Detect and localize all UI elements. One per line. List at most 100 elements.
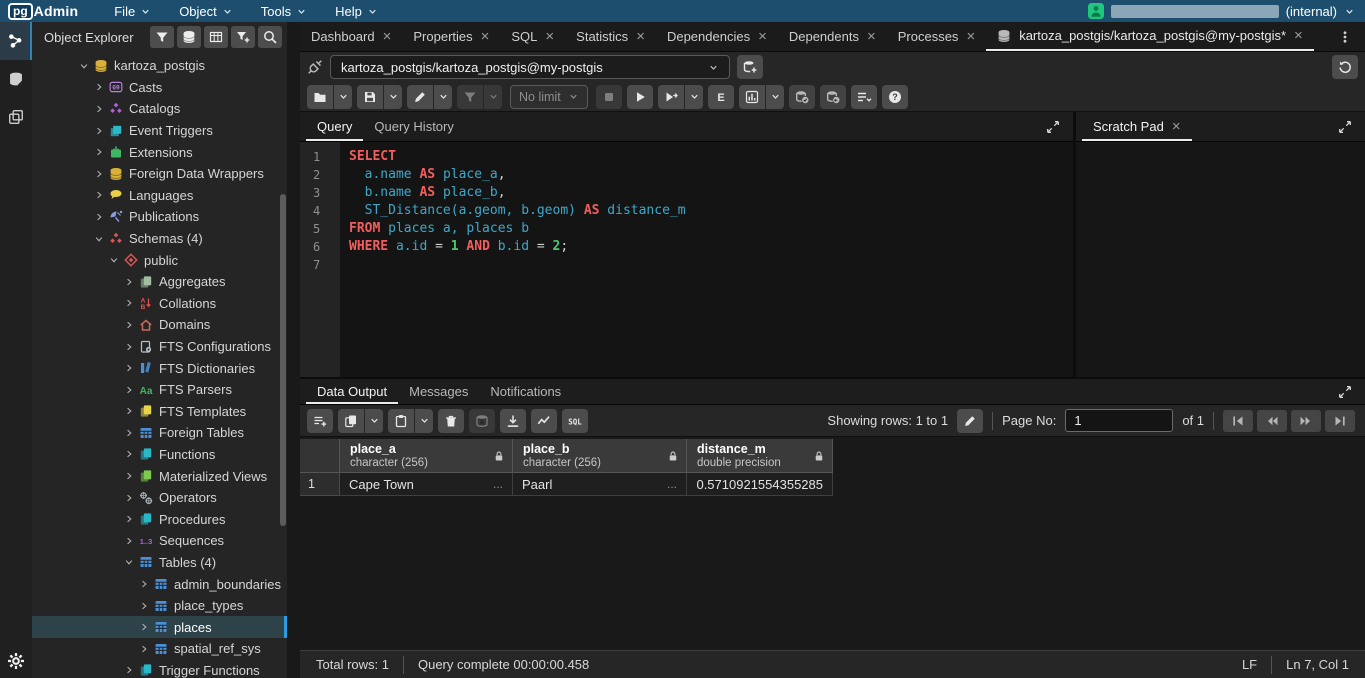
tree-item-fts-templates[interactable]: FTS Templates [32, 401, 287, 423]
save-results-button[interactable] [500, 409, 526, 433]
last-page-button[interactable] [1325, 410, 1355, 432]
expand-icon[interactable] [121, 363, 137, 373]
expand-icon[interactable] [136, 622, 152, 632]
restore-layout-button[interactable] [1332, 55, 1358, 79]
save-data-changes-button[interactable] [469, 409, 495, 433]
expand-icon[interactable] [121, 298, 137, 308]
expand-icon[interactable] [91, 212, 107, 222]
close-icon[interactable]: × [481, 29, 490, 44]
tree-item-sequences[interactable]: 1..3Sequences [32, 530, 287, 552]
user-menu-chevron-icon[interactable] [1344, 6, 1355, 17]
expand-icon[interactable] [121, 428, 137, 438]
expand-icon[interactable] [121, 665, 137, 675]
user-menu-label[interactable]: (internal) [1286, 4, 1337, 19]
close-icon[interactable]: × [966, 29, 975, 44]
tab-dependents[interactable]: Dependents× [778, 22, 887, 51]
tree-item-aggregates[interactable]: Aggregates [32, 271, 287, 293]
tree-item-admin-boundaries[interactable]: admin_boundaries [32, 573, 287, 595]
add-row-button[interactable] [307, 409, 333, 433]
expand-icon[interactable] [91, 169, 107, 179]
tab-properties[interactable]: Properties× [402, 22, 500, 51]
query-panel-expand-icon[interactable] [1033, 112, 1073, 141]
open-file-button[interactable] [307, 85, 333, 109]
tree-item-casts[interactable]: 69Casts [32, 77, 287, 99]
tree-item-foreign-tables[interactable]: Foreign Tables [32, 422, 287, 444]
tree-item-operators[interactable]: Operators [32, 487, 287, 509]
new-connection-button[interactable] [737, 55, 763, 79]
stop-button[interactable] [596, 85, 622, 109]
paste-button[interactable] [388, 409, 414, 433]
expand-icon[interactable] [121, 514, 137, 524]
output-panel-expand-icon[interactable] [1325, 379, 1365, 404]
rail-object-explorer[interactable] [0, 22, 32, 60]
tree-item-places[interactable]: places [32, 616, 287, 638]
copy-button[interactable] [338, 409, 364, 433]
close-icon[interactable]: × [383, 29, 392, 44]
row-limit-select[interactable]: No limit [510, 85, 588, 109]
tab-processes[interactable]: Processes× [887, 22, 986, 51]
tree-scrollbar[interactable] [280, 194, 286, 526]
expand-icon[interactable] [121, 320, 137, 330]
tab-overflow-menu-icon[interactable] [1325, 22, 1365, 51]
expand-icon[interactable] [121, 493, 137, 503]
first-page-button[interactable] [1223, 410, 1253, 432]
tree-item-extensions[interactable]: Extensions [32, 141, 287, 163]
filter-button[interactable] [150, 26, 174, 48]
database-objects-button[interactable] [177, 26, 201, 48]
rollback-button[interactable] [820, 85, 846, 109]
close-icon[interactable]: × [1172, 118, 1181, 135]
tree-item-languages[interactable]: Languages [32, 185, 287, 207]
tree-item-collations[interactable]: ABCollations [32, 293, 287, 315]
cell-place-b[interactable]: Paarl... [513, 473, 687, 496]
tree-item-spatial-ref-sys[interactable]: spatial_ref_sys [32, 638, 287, 660]
tab-dependencies[interactable]: Dependencies× [656, 22, 778, 51]
expand-icon[interactable] [91, 104, 107, 114]
explain-analyze-button[interactable] [739, 85, 765, 109]
row-number[interactable]: 1 [300, 473, 340, 496]
search-objects-button[interactable] [258, 26, 282, 48]
rail-layout-workspace[interactable] [0, 98, 32, 136]
commit-button[interactable] [789, 85, 815, 109]
close-icon[interactable]: × [867, 29, 876, 44]
cell-distance-m[interactable]: 0.5710921554355285 [687, 473, 833, 496]
tree-item-functions[interactable]: Functions [32, 444, 287, 466]
edit-rows-button[interactable] [957, 409, 983, 433]
execute-options-options-button[interactable] [685, 85, 703, 109]
filter-options-button[interactable] [484, 85, 502, 109]
expand-icon[interactable] [121, 536, 137, 546]
macros-button[interactable] [851, 85, 877, 109]
tree-item-public[interactable]: public [32, 249, 287, 271]
execute-options-button[interactable] [658, 85, 684, 109]
tree-item-fts-dictionaries[interactable]: FTS Dictionaries [32, 357, 287, 379]
scratch-pad-editor[interactable] [1076, 142, 1365, 377]
tree-item-schemas-4[interactable]: Schemas (4) [32, 228, 287, 250]
close-icon[interactable]: × [636, 29, 645, 44]
rail-query-workspace[interactable] [0, 60, 32, 98]
tree-item-fts-configurations[interactable]: FTS Configurations [32, 336, 287, 358]
menu-help[interactable]: Help [323, 0, 390, 22]
expand-icon[interactable] [121, 449, 137, 459]
connection-select[interactable]: kartoza_postgis/kartoza_postgis@my-postg… [330, 55, 730, 79]
eol-indicator[interactable]: LF [1242, 657, 1257, 672]
tree-item-foreign-data-wrappers[interactable]: Foreign Data Wrappers [32, 163, 287, 185]
collapse-icon[interactable] [106, 255, 122, 265]
sql-code[interactable]: SELECT a.name AS place_a, b.name AS plac… [340, 142, 1073, 377]
expand-icon[interactable] [121, 385, 137, 395]
close-icon[interactable]: × [545, 29, 554, 44]
expand-icon[interactable] [91, 147, 107, 157]
graph-visualiser-button[interactable] [531, 409, 557, 433]
tree-item-place-types[interactable]: place_types [32, 595, 287, 617]
menu-file[interactable]: File [102, 0, 163, 22]
expand-icon[interactable] [121, 277, 137, 287]
execute-query-button[interactable] [627, 85, 653, 109]
edit-button[interactable] [407, 85, 433, 109]
help-button[interactable]: ? [882, 85, 908, 109]
expand-icon[interactable] [91, 82, 107, 92]
expand-icon[interactable] [91, 190, 107, 200]
tree-item-tables-4[interactable]: Tables (4) [32, 552, 287, 574]
tree-item-materialized-views[interactable]: Materialized Views [32, 465, 287, 487]
expand-icon[interactable] [121, 471, 137, 481]
next-page-button[interactable] [1291, 410, 1321, 432]
cell-place-a[interactable]: Cape Town... [340, 473, 513, 496]
sql-editor[interactable]: 1234567 SELECT a.name AS place_a, b.name… [300, 142, 1073, 377]
